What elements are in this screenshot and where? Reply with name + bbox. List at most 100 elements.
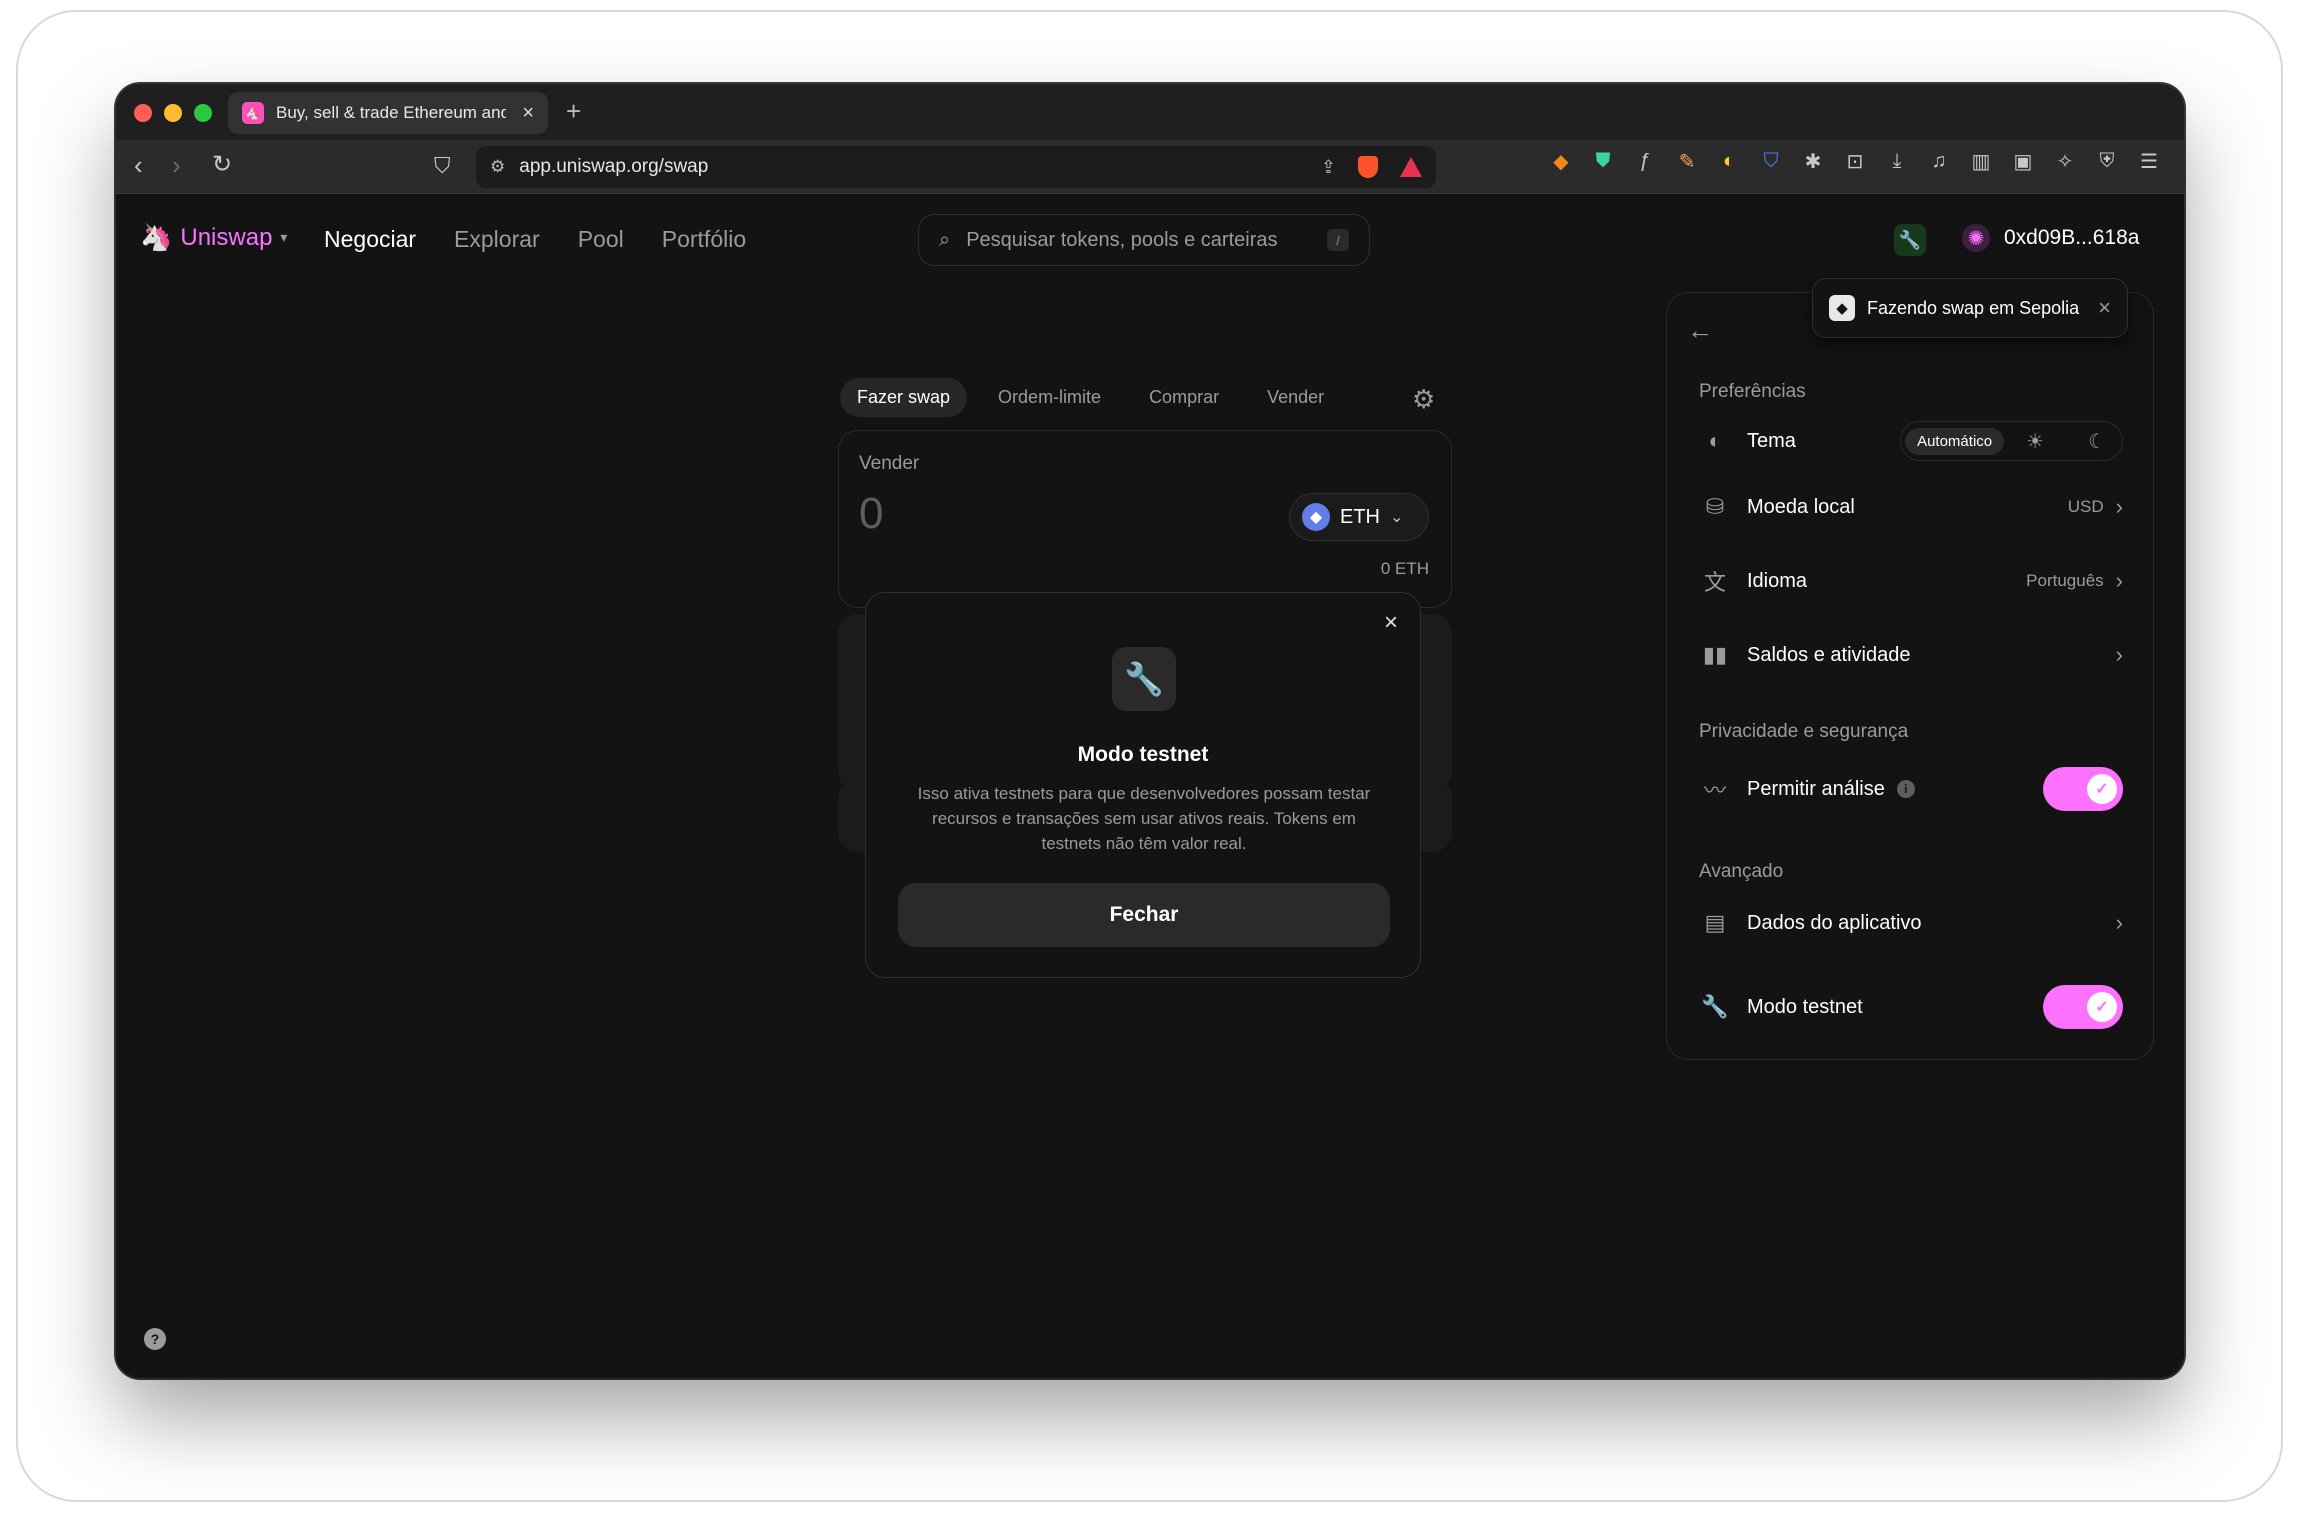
uniswap-favicon-icon: 🦄 bbox=[242, 102, 264, 124]
token-selector[interactable]: ◆ ETH ⌄ bbox=[1289, 493, 1429, 541]
chevron-right-icon: › bbox=[2115, 910, 2123, 935]
shield-extension-icon[interactable]: ⛊ bbox=[1592, 150, 1614, 172]
modal-close-icon[interactable]: × bbox=[1384, 609, 1398, 637]
privacy-title: Privacidade e segurança bbox=[1699, 721, 1909, 742]
vpn-icon[interactable]: ⛨ bbox=[2096, 150, 2118, 172]
minimize-window-button[interactable] bbox=[164, 104, 182, 122]
sparkle-icon[interactable]: ✧ bbox=[2054, 150, 2076, 173]
coins-icon: ⛁ bbox=[1705, 494, 1725, 519]
testnet-toggle[interactable]: ✓ bbox=[2043, 985, 2123, 1029]
metamask-icon[interactable]: ◆ bbox=[1550, 150, 1572, 173]
check-icon: ✓ bbox=[2087, 774, 2117, 804]
close-window-button[interactable] bbox=[134, 104, 152, 122]
share-icon[interactable]: ⇪ bbox=[1321, 157, 1336, 178]
puzzle-icon[interactable]: ✱ bbox=[1802, 150, 1824, 173]
close-modal-button[interactable]: Fechar bbox=[898, 883, 1390, 947]
url-text: app.uniswap.org/swap bbox=[519, 156, 709, 177]
address-bar[interactable]: ⚙ app.uniswap.org/swap ⇪ bbox=[476, 146, 1436, 188]
bitwarden-icon[interactable]: ⛉ bbox=[1760, 150, 1782, 172]
nav-explorar[interactable]: Explorar bbox=[454, 226, 540, 253]
check-icon: ✓ bbox=[2087, 992, 2117, 1022]
moon-icon[interactable]: ☾ bbox=[2066, 429, 2118, 454]
nav-pool[interactable]: Pool bbox=[578, 226, 624, 253]
brave-shields-icon[interactable] bbox=[1358, 156, 1378, 178]
trend-line-icon: 〰 bbox=[1703, 778, 1726, 803]
balances-row[interactable]: ▮▮ Saldos e atividade › bbox=[1699, 635, 2123, 675]
browser-tab[interactable]: 🦄 Buy, sell & trade Ethereum and × bbox=[228, 92, 548, 134]
moon-extension-icon[interactable]: ◐ bbox=[1718, 150, 1740, 172]
tab-vender[interactable]: Vender bbox=[1250, 378, 1341, 417]
tab-comprar[interactable]: Comprar bbox=[1132, 378, 1236, 417]
bookmark-icon[interactable]: ⛉ bbox=[434, 153, 451, 179]
nav-portfolio[interactable]: Portfólio bbox=[662, 226, 746, 253]
modal-description: Isso ativa testnets para que desenvolved… bbox=[917, 784, 1371, 853]
uniswap-app: 🦄 Uniswap ▾ Negociar Explorar Pool Portf… bbox=[116, 194, 2184, 1378]
site-settings-icon[interactable]: ⚙ bbox=[490, 157, 505, 177]
tab-ordem-limite[interactable]: Ordem-limite bbox=[981, 378, 1118, 417]
swap-tabs: Fazer swap Ordem-limite Comprar Vender bbox=[840, 378, 1341, 417]
contrast-icon: ◐ bbox=[1708, 428, 1722, 453]
app-data-row[interactable]: ▤ Dados do aplicativo › bbox=[1699, 903, 2123, 943]
help-icon[interactable]: ? bbox=[144, 1328, 166, 1350]
theme-row: ◐ Tema Automático ☀ ☾ bbox=[1699, 421, 2123, 461]
chevron-down-icon: ⌄ bbox=[1390, 509, 1404, 526]
avatar: ✺ bbox=[1962, 224, 1990, 252]
balances-label: Saldos e atividade bbox=[1747, 643, 1911, 666]
tab-bar: 🦄 Buy, sell & trade Ethereum and × + bbox=[116, 84, 2184, 140]
back-icon[interactable]: ‹ bbox=[134, 150, 143, 181]
extensions-row: ◆ ⛊ ƒ ✎ ◐ ⛉ ✱ ⊡ ⤓ ♫ ▥ ▣ ✧ ⛨ ☰ bbox=[1550, 150, 2160, 173]
modal-title: Modo testnet bbox=[1077, 743, 1209, 766]
currency-row[interactable]: ⛁ Moeda local USD › bbox=[1699, 487, 2123, 527]
search-placeholder: Pesquisar tokens, pools e carteiras bbox=[966, 228, 1278, 251]
analytics-row: 〰 Permitir análise i ✓ bbox=[1699, 765, 2123, 813]
pen-extension-icon[interactable]: ✎ bbox=[1676, 150, 1698, 173]
music-icon[interactable]: ♫ bbox=[1928, 150, 1950, 172]
toast-text: Fazendo swap em Sepolia bbox=[1867, 297, 2080, 318]
token-symbol: ETH bbox=[1340, 505, 1380, 528]
testnet-row: 🔧 Modo testnet ✓ bbox=[1699, 983, 2123, 1031]
language-row[interactable]: 文 Idioma Português › bbox=[1699, 561, 2123, 601]
app-data-label: Dados do aplicativo bbox=[1747, 911, 1922, 934]
account-button[interactable]: ✺ 0xd09B...618a bbox=[1962, 224, 2139, 252]
currency-value: USD › bbox=[2067, 494, 2123, 519]
analytics-toggle[interactable]: ✓ bbox=[2043, 767, 2123, 811]
forward-icon[interactable]: › bbox=[172, 150, 181, 181]
search-input[interactable]: ⌕ Pesquisar tokens, pools e carteiras / bbox=[918, 214, 1370, 266]
settings-panel: ← Preferências ◐ Tema Automático ☀ ☾ ⛁ M… bbox=[1666, 292, 2154, 1060]
back-arrow-icon[interactable]: ← bbox=[1687, 315, 1713, 346]
new-tab-button[interactable]: + bbox=[566, 96, 581, 127]
theme-auto-option[interactable]: Automático bbox=[1905, 427, 2005, 455]
theme-label: Tema bbox=[1747, 429, 1796, 452]
tab-fazer-swap[interactable]: Fazer swap bbox=[840, 378, 968, 417]
sun-icon[interactable]: ☀ bbox=[2004, 429, 2066, 454]
testnet-modal: × 🔧 Modo testnet Isso ativa testnets par… bbox=[865, 592, 1421, 978]
maximize-window-button[interactable] bbox=[194, 104, 212, 122]
testnet-wrench-icon[interactable]: 🔧 bbox=[1894, 224, 1926, 256]
reload-icon[interactable]: ↻ bbox=[212, 150, 232, 179]
toast-close-icon[interactable]: × bbox=[2098, 295, 2111, 321]
translate-icon: 文 bbox=[1703, 570, 1726, 595]
logo-caret-icon[interactable]: ▾ bbox=[280, 229, 287, 246]
nav-negociar[interactable]: Negociar bbox=[324, 226, 416, 253]
sidebar-icon[interactable]: ▥ bbox=[1970, 150, 1992, 173]
chevron-right-icon: › bbox=[2115, 568, 2123, 593]
download-icon[interactable]: ⤓ bbox=[1886, 150, 1908, 172]
search-icon: ⌕ bbox=[939, 228, 951, 251]
tab-close-icon[interactable]: × bbox=[522, 102, 534, 125]
wallet-icon[interactable]: ▣ bbox=[2012, 150, 2034, 173]
tab-title: Buy, sell & trade Ethereum and bbox=[276, 103, 506, 122]
currency-label: Moeda local bbox=[1747, 495, 1855, 518]
info-icon[interactable]: i bbox=[1896, 780, 1915, 798]
sell-amount-input[interactable]: 0 bbox=[859, 489, 883, 539]
screenshot-icon[interactable]: ⊡ bbox=[1844, 150, 1866, 173]
wrench-icon: 🔧 bbox=[1112, 647, 1176, 711]
eth-icon: ◆ bbox=[1302, 503, 1330, 531]
preferences-title: Preferências bbox=[1699, 381, 1806, 402]
uniswap-logo[interactable]: 🦄 Uniswap ▾ bbox=[140, 222, 287, 253]
script-extension-icon[interactable]: ƒ bbox=[1634, 150, 1656, 172]
document-icon: ▤ bbox=[1704, 910, 1726, 935]
logo-text: Uniswap bbox=[180, 223, 273, 251]
swap-settings-gear-icon[interactable]: ⚙ bbox=[1412, 384, 1435, 415]
brave-rewards-icon[interactable] bbox=[1400, 157, 1422, 177]
menu-icon[interactable]: ☰ bbox=[2138, 150, 2160, 173]
